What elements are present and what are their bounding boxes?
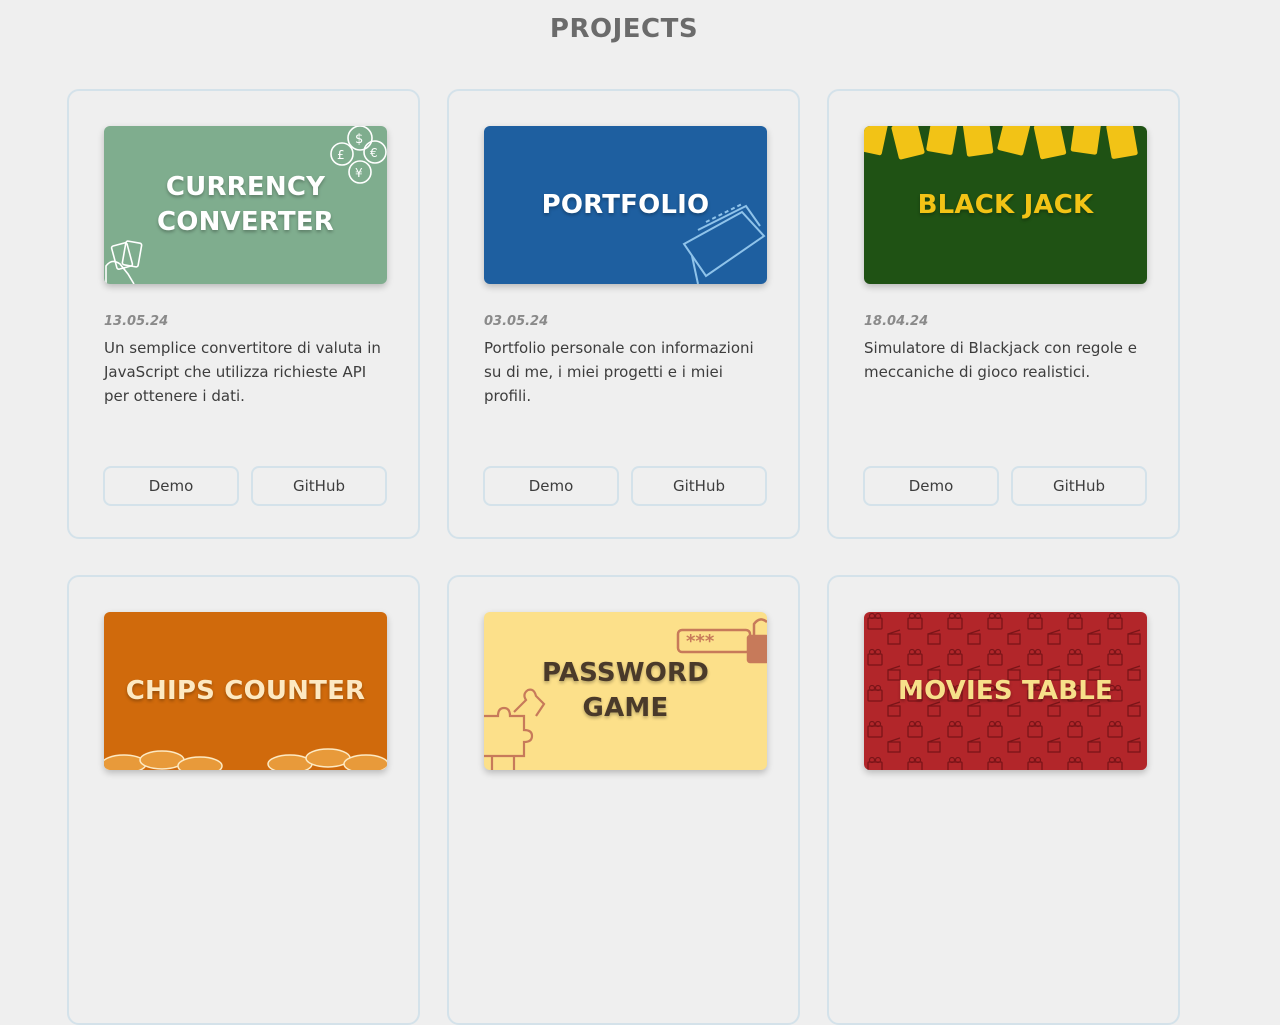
project-card-movies-table: MOVIES TABLE [827,575,1180,1025]
password-game-thumbnail[interactable]: *** PASSWORD GAME [484,612,767,770]
project-description: Portfolio personale con informazioni su … [484,339,754,405]
thumbnail-title: CURRENCY CONVERTER [157,172,334,237]
demo-button[interactable]: Demo [483,466,619,506]
project-card-password-game: *** PASSWORD GAME [447,575,800,1025]
currency-converter-thumbnail[interactable]: $ £ € ¥ CURRENCY CONVERTER [104,126,387,284]
github-button[interactable]: GitHub [631,466,767,506]
github-button[interactable]: GitHub [251,466,387,506]
demo-button[interactable]: Demo [103,466,239,506]
project-card-portfolio: PORTFOLIO 03.05.24 Portfolio personale c… [447,89,800,539]
page-title: PROJECTS [549,14,699,44]
thumbnail-title: PASSWORD GAME [541,658,710,723]
thumbnail-title: BLACK JACK [917,189,1094,220]
project-date: 03.05.24 [484,314,549,329]
thumbnail-title: PORTFOLIO [541,189,710,220]
project-card-currency-converter: $ £ € ¥ CURRENCY CONVERTER 13.05.24 Un se… [67,89,420,539]
project-date: 18.04.24 [864,314,929,329]
thumbnail-title: CHIPS COUNTER [125,675,366,706]
project-date: 13.05.24 [104,314,169,329]
chips-counter-thumbnail[interactable]: CHIPS COUNTER [104,612,387,770]
demo-button[interactable]: Demo [863,466,999,506]
project-description: Simulatore di Blackjack con regole e mec… [864,339,1138,381]
project-card-chips-counter: CHIPS COUNTER [67,575,420,1025]
black-jack-thumbnail[interactable]: BLACK JACK [864,126,1147,284]
project-description: Un semplice convertitore di valuta in Ja… [104,339,381,405]
github-button[interactable]: GitHub [1011,466,1147,506]
project-card-black-jack: BLACK JACK 18.04.24 Simulatore di Blackj… [827,89,1180,539]
portfolio-thumbnail[interactable]: PORTFOLIO [484,126,767,284]
thumbnail-title: MOVIES TABLE [898,675,1113,706]
movies-table-thumbnail[interactable]: MOVIES TABLE [864,612,1147,770]
